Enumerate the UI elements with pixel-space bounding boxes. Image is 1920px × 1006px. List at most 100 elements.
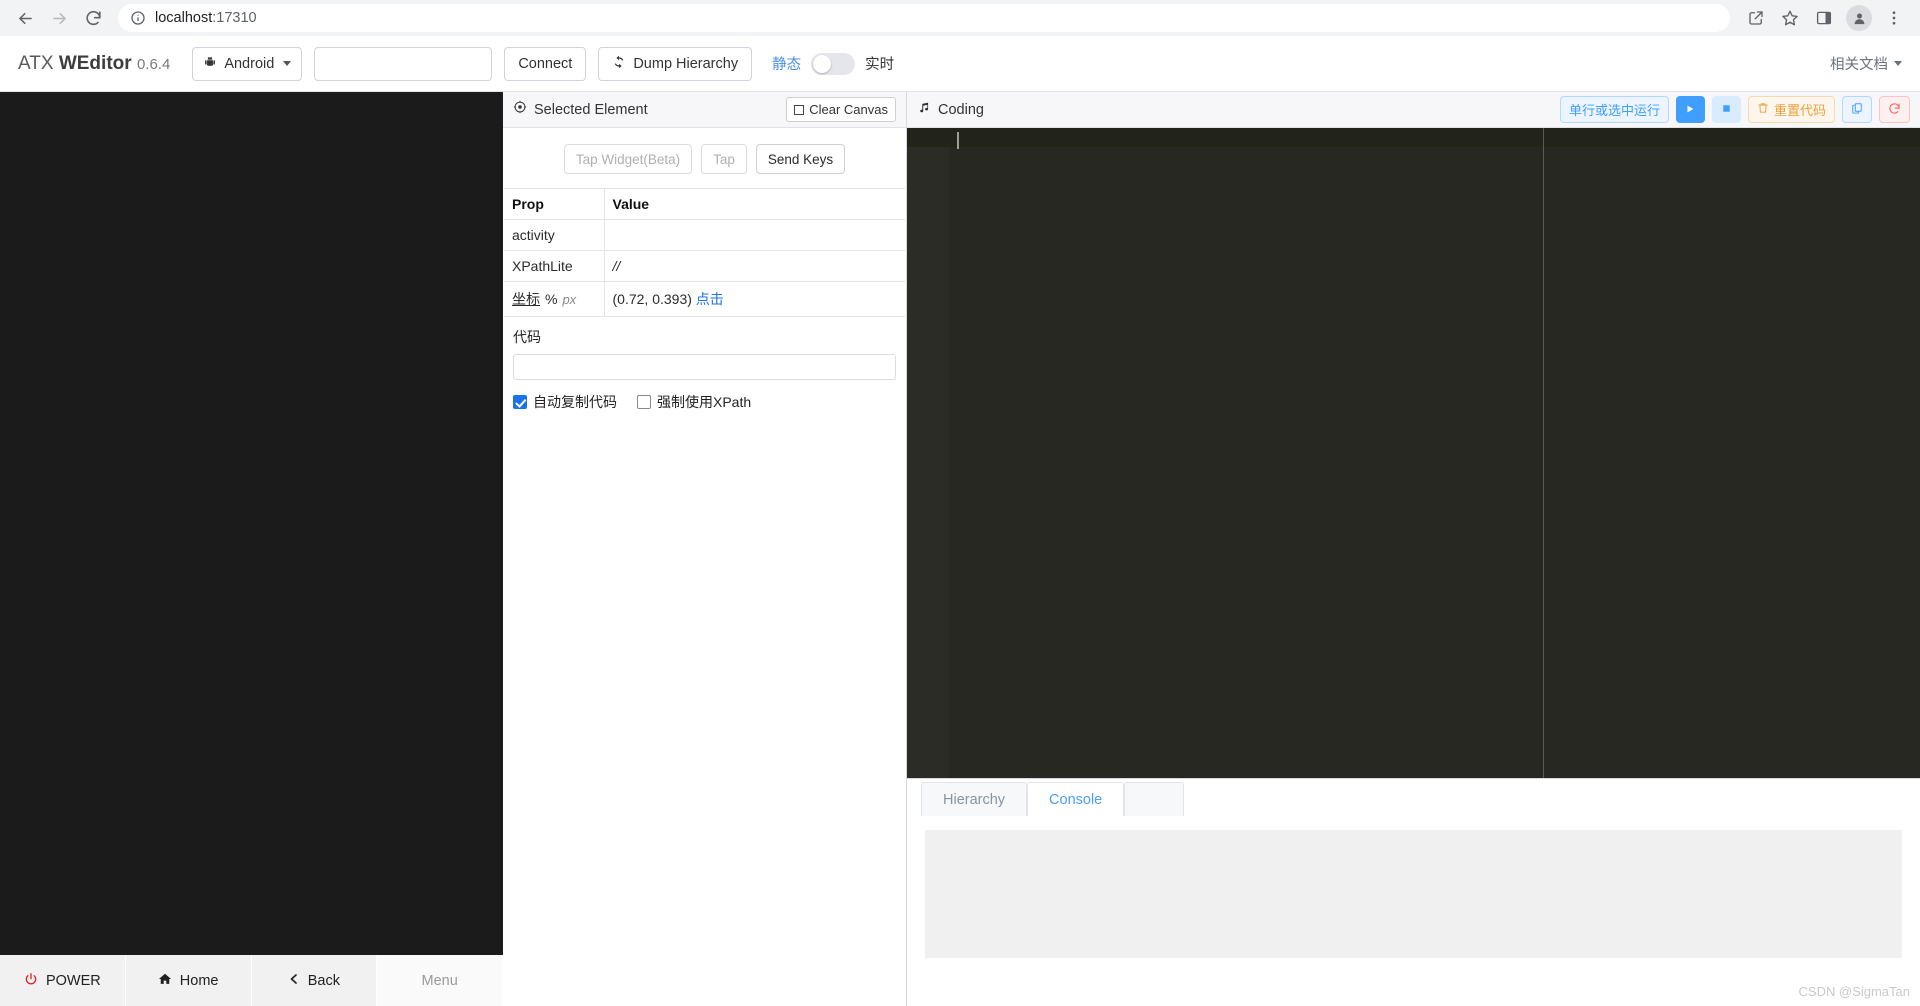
reset-code-button[interactable]: 重置代码	[1747, 96, 1835, 123]
coord-label: 坐标	[512, 291, 540, 307]
coding-toolbar: 单行或选中运行 重置代码	[1559, 96, 1910, 123]
run-selection-button[interactable]: 单行或选中运行	[1559, 96, 1669, 123]
target-icon	[513, 100, 527, 119]
brand-prefix: ATX	[18, 52, 59, 74]
device-back-button[interactable]: Back	[251, 955, 378, 1006]
tab-filler	[1124, 782, 1185, 816]
refresh-icon	[612, 55, 626, 73]
coord-unit-percent[interactable]: %	[545, 291, 557, 307]
app-header: ATX WEditor 0.6.4 Android Connect Dump H…	[0, 36, 1920, 92]
clear-canvas-button[interactable]: Clear Canvas	[786, 97, 896, 122]
table-row: 坐标 % px (0.72, 0.393) 点击	[504, 281, 905, 317]
music-note-icon	[917, 100, 931, 119]
device-home-button[interactable]: Home	[125, 955, 252, 1006]
row-coord-value: (0.72, 0.393) 点击	[604, 281, 905, 317]
trash-icon	[1757, 102, 1769, 117]
tab-console-label: Console	[1049, 791, 1103, 808]
tab-hierarchy-label: Hierarchy	[943, 791, 1006, 808]
code-editor[interactable]: 1	[907, 128, 1920, 778]
device-serial-input[interactable]	[314, 46, 493, 81]
row-coord-key: 坐标 % px	[504, 281, 605, 317]
side-panel-icon[interactable]	[1808, 2, 1840, 34]
home-icon	[158, 972, 172, 990]
force-xpath-checkbox[interactable]	[637, 395, 651, 409]
device-home-label: Home	[179, 972, 219, 989]
platform-select[interactable]: Android	[192, 46, 303, 81]
forward-icon[interactable]	[44, 3, 74, 33]
chevron-down-icon	[1894, 61, 1902, 66]
col-value: Value	[604, 188, 905, 220]
app-version: 0.6.4	[136, 55, 171, 73]
square-icon	[794, 104, 805, 115]
refresh-button[interactable]	[1879, 96, 1910, 123]
coding-title: Coding	[938, 101, 984, 118]
code-options: 自动复制代码 强制使用XPath	[503, 380, 906, 412]
stop-icon	[1721, 102, 1732, 117]
power-icon	[24, 972, 38, 990]
force-xpath-label: 强制使用XPath	[657, 394, 752, 410]
profile-avatar-icon[interactable]	[1846, 5, 1872, 31]
selected-element-pane: Selected Element Clear Canvas Tap Widget…	[503, 92, 907, 1006]
device-back-label: Back	[307, 972, 340, 989]
android-icon	[203, 55, 217, 73]
editor-body[interactable]	[949, 128, 1920, 778]
console-panel	[907, 816, 1920, 1006]
code-textarea[interactable]	[513, 354, 896, 380]
coord-unit-px[interactable]: px	[562, 292, 576, 307]
coord-click-link[interactable]: 点击	[696, 291, 724, 307]
send-keys-button[interactable]: Send Keys	[755, 144, 846, 174]
app-brand: ATX WEditor 0.6.4	[18, 53, 170, 75]
properties-table: Prop Value activity XPathLite // 坐标 % px…	[504, 188, 905, 317]
bottom-tab-bar: Hierarchy Console	[907, 778, 1920, 816]
three-dot-menu-icon[interactable]	[1878, 2, 1910, 34]
device-canvas[interactable]	[0, 92, 503, 955]
element-actions: Tap Widget(Beta) Tap Send Keys	[503, 128, 906, 188]
share-icon[interactable]	[1740, 2, 1772, 34]
row-activity-value	[604, 219, 905, 251]
device-power-button[interactable]: POWER	[0, 955, 126, 1006]
row-xpathlite-value: //	[604, 250, 905, 282]
dump-hierarchy-button[interactable]: Dump Hierarchy	[598, 46, 753, 81]
docs-dropdown[interactable]: 相关文档	[1830, 53, 1902, 74]
coding-pane: Coding 单行或选中运行 重置代码 Hierarchy Console	[907, 92, 1920, 1006]
bookmark-star-icon[interactable]	[1774, 2, 1806, 34]
reset-code-label: 重置代码	[1773, 103, 1826, 118]
coding-header: Coding 单行或选中运行 重置代码	[907, 92, 1920, 128]
site-info-icon[interactable]	[130, 10, 146, 26]
back-icon[interactable]	[10, 3, 40, 33]
code-section: 代码	[503, 317, 906, 380]
tap-widget-button[interactable]: Tap Widget(Beta)	[563, 144, 693, 174]
browser-toolbar: localhost:17310	[0, 0, 1920, 36]
stop-button[interactable]	[1711, 96, 1741, 123]
table-row: activity	[504, 219, 905, 251]
text-caret	[957, 132, 959, 149]
table-row: XPathLite //	[504, 250, 905, 282]
run-button[interactable]	[1675, 96, 1705, 123]
selected-element-header: Selected Element Clear Canvas	[503, 92, 906, 128]
editor-active-line	[949, 128, 1920, 147]
auto-copy-checkbox[interactable]	[513, 395, 527, 409]
console-output[interactable]	[925, 830, 1902, 958]
dump-hierarchy-label: Dump Hierarchy	[633, 55, 739, 72]
device-menu-button[interactable]: Menu	[377, 955, 503, 1006]
tab-console[interactable]: Console	[1027, 782, 1125, 816]
editor-gutter: 1	[907, 128, 949, 778]
chevron-left-icon	[288, 972, 300, 990]
tap-button[interactable]: Tap	[701, 144, 747, 174]
device-power-label: POWER	[45, 972, 101, 989]
clear-canvas-label: Clear Canvas	[809, 102, 888, 117]
copy-code-button[interactable]	[1842, 96, 1872, 123]
editor-print-margin	[1543, 128, 1544, 778]
platform-select-value: Android	[224, 55, 275, 72]
refresh-icon	[1888, 102, 1901, 118]
brand-name: WEditor	[58, 52, 132, 74]
address-bar[interactable]: localhost:17310	[118, 4, 1730, 32]
reload-icon[interactable]	[78, 3, 108, 33]
connect-button[interactable]: Connect	[504, 46, 587, 81]
coord-value: (0.72, 0.393)	[612, 291, 692, 307]
mode-switch-group: 静态 实时	[772, 52, 894, 75]
tab-hierarchy[interactable]: Hierarchy	[921, 782, 1028, 816]
mode-toggle[interactable]	[811, 52, 856, 75]
page-root: localhost:17310 ATX WEditor 0.6.4 Androi…	[0, 0, 1920, 1006]
main-content: POWER Home Back Menu Selected Element Cl…	[0, 92, 1920, 1006]
